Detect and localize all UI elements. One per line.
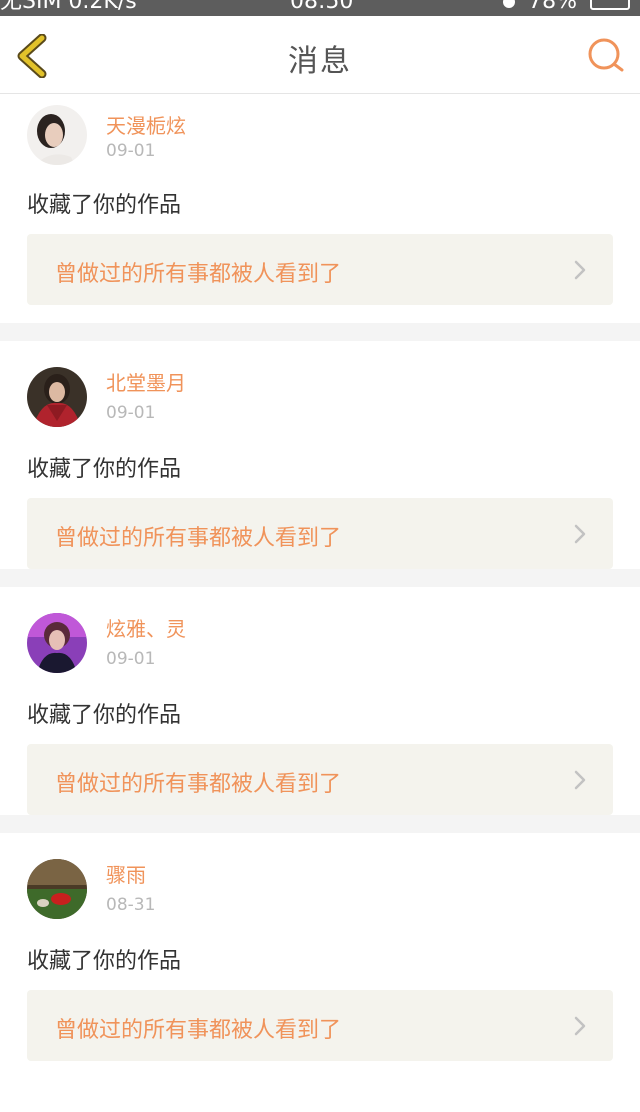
message-item: 天漫栀炫 09-01 收藏了你的作品 曾做过的所有事都被人看到了 [0,95,640,323]
message-action: 收藏了你的作品 [27,703,182,728]
separator [0,323,640,341]
battery-icon [590,0,630,10]
separator [0,569,640,587]
message-item: 北堂墨月 09-01 收藏了你的作品 曾做过的所有事都被人看到了 [0,341,640,569]
status-time: 08:50 [290,0,354,14]
work-title: 曾做过的所有事都被人看到了 [55,1018,342,1043]
avatar[interactable] [27,859,87,919]
work-link[interactable]: 曾做过的所有事都被人看到了 [27,498,613,569]
search-button[interactable] [586,36,626,76]
chevron-right-icon [574,524,586,544]
username[interactable]: 骤雨 [106,859,146,888]
avatar[interactable] [27,367,87,427]
work-link[interactable]: 曾做过的所有事都被人看到了 [27,990,613,1061]
work-link[interactable]: 曾做过的所有事都被人看到了 [27,234,613,305]
work-title: 曾做过的所有事都被人看到了 [55,526,342,551]
chevron-right-icon [574,1016,586,1036]
message-date: 09-01 [106,403,156,423]
avatar[interactable] [27,613,87,673]
message-list: 天漫栀炫 09-01 收藏了你的作品 曾做过的所有事都被人看到了 北堂墨月 09… [0,95,640,1061]
message-action: 收藏了你的作品 [27,457,182,482]
search-icon [588,38,624,72]
message-date: 09-01 [106,649,156,669]
status-battery-text: 78% [528,0,577,14]
work-title: 曾做过的所有事都被人看到了 [55,262,342,287]
status-carrier: 无SIM 0.2K/s [0,0,137,14]
username[interactable]: 炫雅、灵 [106,613,186,642]
message-action: 收藏了你的作品 [27,949,182,974]
page-title: 消息 [288,44,352,79]
status-icon [503,0,516,8]
message-action: 收藏了你的作品 [27,193,182,218]
avatar-image [27,859,87,919]
separator [0,815,640,833]
status-bar: 无SIM 0.2K/s 08:50 78% [0,0,640,16]
avatar-image [27,367,87,427]
chevron-right-icon [574,770,586,790]
username[interactable]: 天漫栀炫 [106,110,186,139]
username[interactable]: 北堂墨月 [106,367,186,396]
chevron-right-icon [574,260,586,280]
avatar[interactable] [27,105,87,165]
work-title: 曾做过的所有事都被人看到了 [55,772,342,797]
avatar-image [27,613,87,673]
avatar-image [27,105,87,165]
message-date: 09-01 [106,141,156,161]
message-date: 08-31 [106,895,156,915]
work-link[interactable]: 曾做过的所有事都被人看到了 [27,744,613,815]
message-item: 骤雨 08-31 收藏了你的作品 曾做过的所有事都被人看到了 [0,833,640,1061]
message-item: 炫雅、灵 09-01 收藏了你的作品 曾做过的所有事都被人看到了 [0,587,640,815]
app-header: 消息 [0,16,640,94]
status-right: 78% [503,0,630,13]
